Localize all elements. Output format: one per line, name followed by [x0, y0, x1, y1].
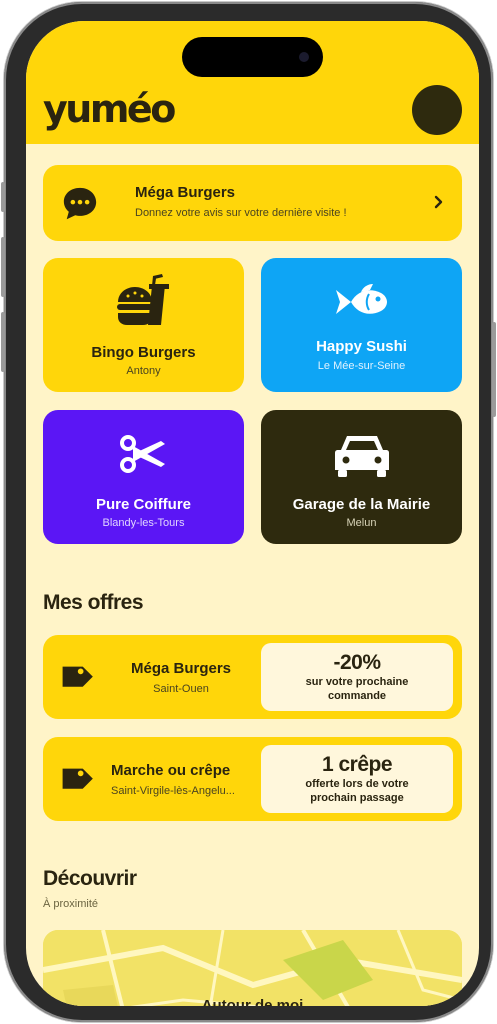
- offer-description-line2: prochain passage: [310, 792, 404, 804]
- favorite-tile-happy-sushi[interactable]: Happy Sushi Le Mée-sur-Seine: [261, 258, 462, 392]
- tile-name: Bingo Burgers: [91, 344, 196, 361]
- phone-frame: yuméo Méga Burgers Donnez votre avis sur…: [1, 2, 496, 1022]
- favorite-tile-garage-de-la-mairie[interactable]: Garage de la Mairie Melun: [261, 410, 462, 544]
- app-logo: yuméo: [43, 87, 176, 131]
- tag-icon: [62, 666, 93, 687]
- favorite-tile-pure-coiffure[interactable]: Pure Coiffure Blandy-les-Tours: [43, 410, 244, 544]
- power-button: [492, 322, 496, 417]
- nearby-map[interactable]: Autour de moi: [43, 930, 462, 1006]
- chevron-right-icon: [434, 195, 443, 209]
- offer-merchant-name: Méga Burgers: [130, 660, 232, 677]
- offer-detail-box: -20% sur votre prochaine commande: [261, 643, 453, 711]
- offer-description-line1: offerte lors de votre: [305, 778, 409, 790]
- offer-card[interactable]: Méga Burgers Saint-Ouen -20% sur votre p…: [43, 635, 462, 719]
- discover-section-subtitle: À proximité: [43, 898, 99, 910]
- offer-card[interactable]: Marche ou crêpe Saint-Virgile-lès-Angelu…: [43, 737, 462, 821]
- offer-value: 1 crêpe: [321, 753, 393, 776]
- offer-value: -20%: [333, 651, 381, 674]
- volume-up-button: [1, 237, 5, 297]
- review-restaurant-name: Méga Burgers: [135, 184, 236, 201]
- favorite-tile-bingo-burgers[interactable]: Bingo Burgers Antony: [43, 258, 244, 392]
- map-background: [43, 930, 462, 1006]
- scissors-icon: [120, 435, 165, 473]
- car-icon: [335, 436, 389, 477]
- tile-name: Pure Coiffure: [95, 496, 191, 513]
- review-prompt-card[interactable]: Méga Burgers Donnez votre avis sur votre…: [43, 165, 462, 241]
- volume-down-button: [1, 312, 5, 372]
- tile-city: Le Mée-sur-Seine: [317, 360, 406, 372]
- offers-section-title: Mes offres: [43, 591, 144, 614]
- tile-name: Happy Sushi: [316, 338, 407, 355]
- burger-drink-icon: [117, 274, 169, 325]
- offer-merchant-name: Marche ou crêpe: [111, 762, 231, 779]
- tile-name: Garage de la Mairie: [292, 496, 431, 513]
- fish-icon: [336, 284, 387, 314]
- offer-merchant-city: Saint-Virgile-lès-Angelu...: [111, 785, 235, 797]
- avatar[interactable]: [412, 85, 462, 135]
- offer-detail-box: 1 crêpe offerte lors de votre prochain p…: [261, 745, 453, 813]
- action-button: [1, 182, 5, 212]
- app-screen: yuméo Méga Burgers Donnez votre avis sur…: [26, 21, 479, 1006]
- chat-bubble-icon: [63, 187, 97, 220]
- tile-city: Antony: [126, 365, 161, 377]
- tile-city: Blandy-les-Tours: [102, 517, 185, 529]
- tile-city: Melun: [346, 517, 377, 529]
- offer-description-line1: sur votre prochaine: [305, 676, 409, 688]
- map-label: Autour de moi: [201, 997, 304, 1006]
- offer-merchant-city: Saint-Ouen: [153, 683, 209, 695]
- tag-icon: [62, 768, 93, 789]
- review-prompt-text: Donnez votre avis sur votre dernière vis…: [135, 207, 347, 219]
- dynamic-island: [182, 37, 323, 77]
- offer-description-line2: commande: [327, 690, 387, 702]
- discover-section-title: Découvrir: [43, 867, 137, 890]
